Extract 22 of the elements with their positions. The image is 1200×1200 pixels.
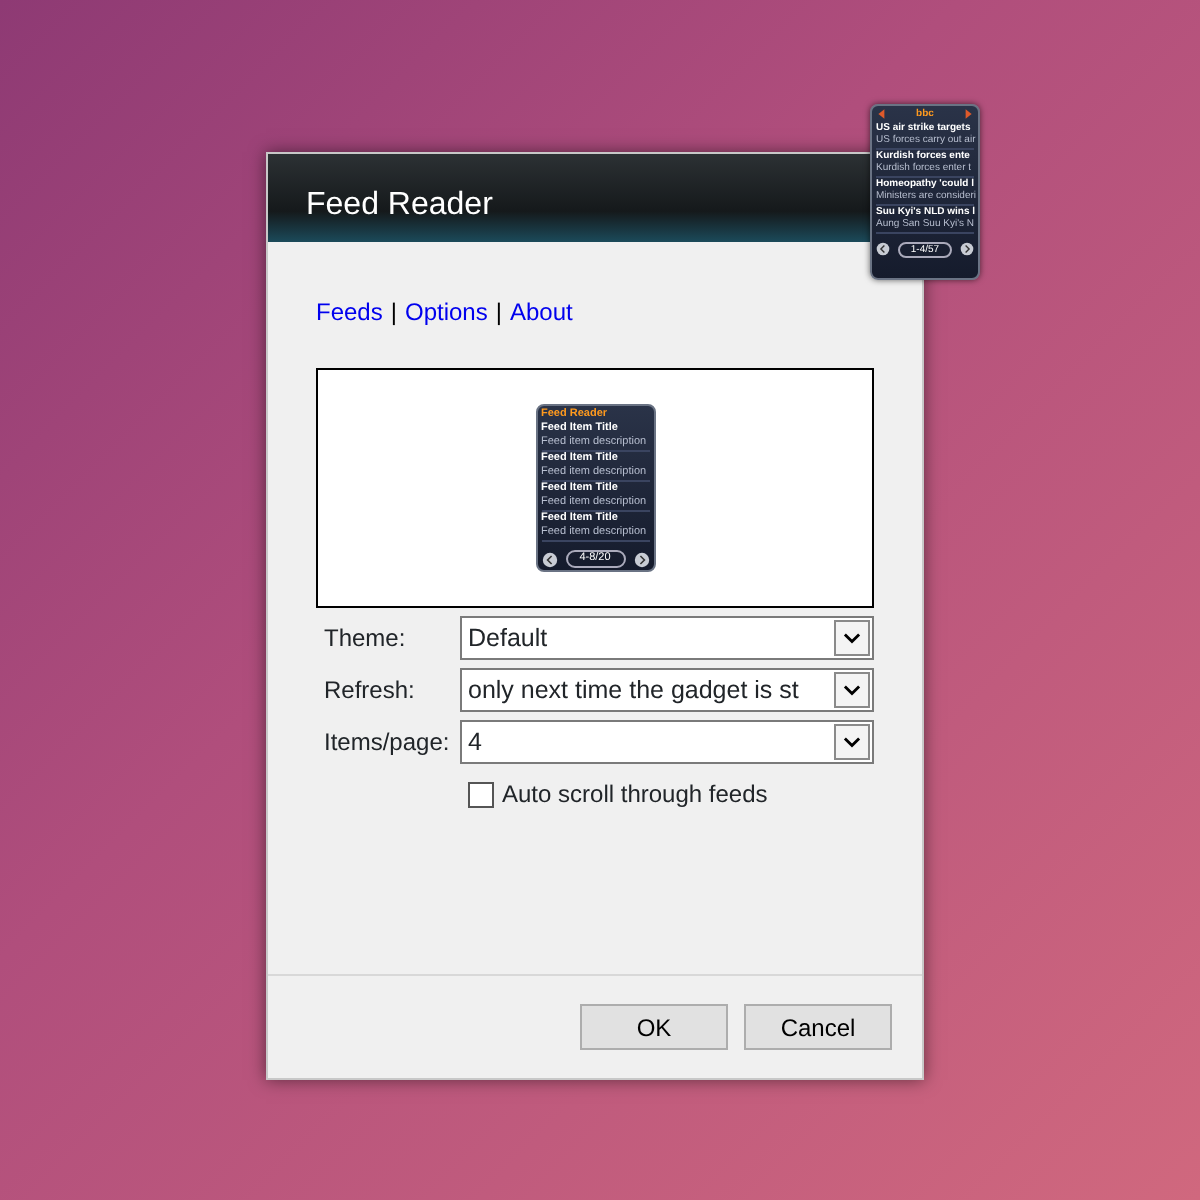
next-icon[interactable] (960, 242, 974, 257)
window-title: Feed Reader (306, 188, 493, 222)
left-arrow-icon[interactable] (876, 108, 888, 121)
prev-icon[interactable] (876, 242, 890, 257)
field-label: Items/page: (322, 726, 452, 760)
separator-text: | (495, 298, 502, 326)
field-label: Theme: (322, 622, 408, 656)
separator-text: | (390, 298, 397, 326)
dropdown[interactable]: Default (460, 616, 874, 660)
checkbox-label: Auto scroll through feeds (502, 778, 768, 812)
ok-button[interactable]: OK (580, 1004, 728, 1050)
dropdown[interactable]: only next time the gadget is st (460, 668, 874, 712)
nav-link[interactable]: Options (404, 298, 488, 326)
cancel-button[interactable]: Cancel (744, 1004, 892, 1050)
dropdown[interactable]: 4 (460, 720, 874, 764)
next-icon[interactable] (633, 551, 649, 567)
prev-icon[interactable] (541, 551, 557, 567)
right-arrow-icon[interactable] (961, 108, 974, 121)
field-label: Refresh: (322, 674, 417, 708)
nav-link[interactable]: About (509, 298, 573, 326)
checkbox[interactable] (468, 781, 494, 807)
nav-link[interactable]: Feeds (316, 298, 383, 326)
